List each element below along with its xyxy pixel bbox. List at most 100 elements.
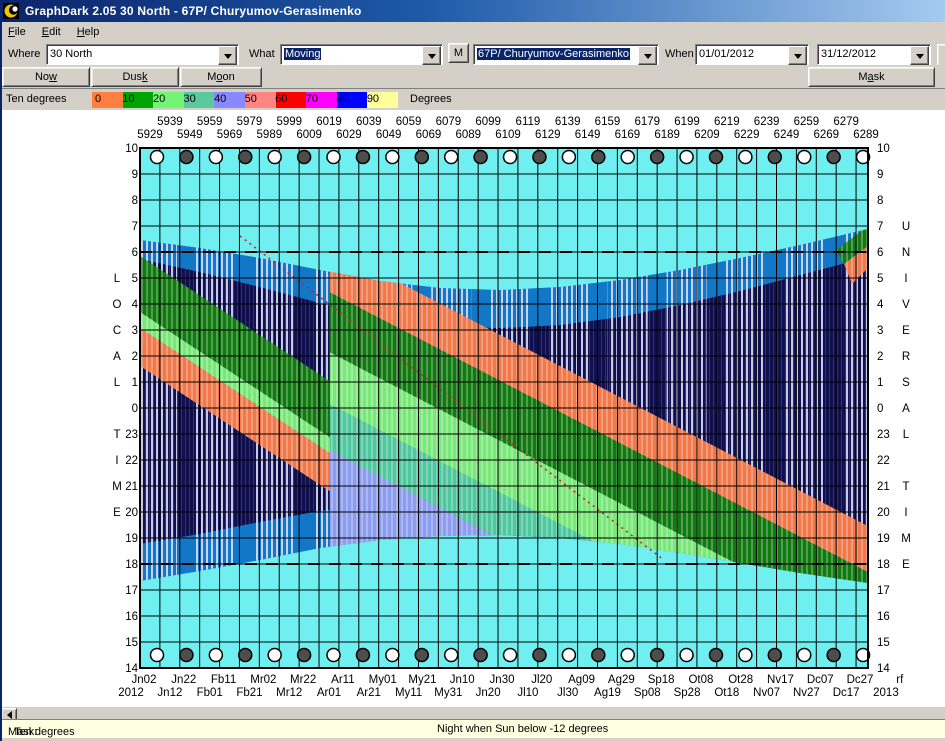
where-label: Where <box>8 48 40 60</box>
app-icon <box>3 3 19 19</box>
date-tick-lower: Jl10 <box>517 687 538 699</box>
universal-time-axis-letter: I <box>904 273 907 285</box>
date-tick-lower: Mr12 <box>276 687 302 699</box>
universal-time-axis-letter: T <box>902 481 909 493</box>
date-tick-upper: Dc07 <box>807 674 834 686</box>
date-to-combobox[interactable]: 31/12/2012 <box>817 44 931 65</box>
scale-tick-20: 20 <box>153 93 165 105</box>
full-moon-icon <box>386 151 399 164</box>
julian-tick-upper: 6039 <box>356 116 382 128</box>
new-moon-icon <box>768 151 781 164</box>
date-tick-upper: Ag09 <box>568 674 595 686</box>
universal-hour-tick: 21 <box>877 481 890 493</box>
local-hour-tick: 3 <box>132 325 138 337</box>
date-tick-upper: Dc27 <box>847 674 874 686</box>
visibility-graph: 5939595959795999601960396059607960996119… <box>0 110 945 706</box>
full-moon-icon <box>504 649 517 662</box>
date-tick-upper: Jn02 <box>132 674 157 686</box>
where-dropdown-icon[interactable] <box>218 46 237 65</box>
universal-time-axis-letter: E <box>902 325 910 337</box>
universal-time-axis-letter: I <box>904 507 907 519</box>
universal-hour-tick: 23 <box>877 429 890 441</box>
julian-tick-lower: 6029 <box>336 129 362 141</box>
universal-hour-tick: 22 <box>877 455 890 467</box>
universal-time-axis-letter: S <box>902 377 910 389</box>
chart-panel: 5939595959795999601960396059607960996119… <box>0 110 945 706</box>
julian-tick-upper: 6259 <box>794 116 820 128</box>
mask-button[interactable]: Mask <box>808 67 935 87</box>
local-hour-tick: 17 <box>125 585 138 597</box>
full-moon-icon <box>151 649 164 662</box>
menu-file[interactable]: File <box>0 24 34 40</box>
date-tick-upper: My21 <box>408 674 436 686</box>
full-moon-icon <box>739 649 752 662</box>
universal-hour-tick: 5 <box>877 273 883 285</box>
what-combobox[interactable]: Moving <box>280 44 443 65</box>
local-time-axis-letter: O <box>113 299 122 311</box>
m-button[interactable]: M <box>448 43 469 63</box>
date-tick-lower: Sp28 <box>674 687 701 699</box>
julian-tick-lower: 6129 <box>535 129 561 141</box>
new-moon-icon <box>533 649 546 662</box>
local-hour-tick: 18 <box>125 559 138 571</box>
new-moon-icon <box>827 151 840 164</box>
julian-tick-upper: 6119 <box>516 116 541 128</box>
local-hour-tick: 2 <box>132 351 138 363</box>
julian-tick-lower: 6009 <box>296 129 322 141</box>
full-moon-icon <box>680 649 693 662</box>
julian-tick-lower: 6269 <box>813 129 839 141</box>
where-combobox[interactable]: 30 North <box>46 44 239 65</box>
moon-button[interactable]: Moon <box>180 67 262 87</box>
universal-hour-tick: 4 <box>877 299 884 311</box>
object-combobox[interactable]: 67P/ Churyumov-Gerasimenko <box>473 44 659 65</box>
local-time-axis-letter: L <box>114 273 121 285</box>
button-row: Now Dusk Moon Mask <box>0 65 945 88</box>
full-moon-icon <box>209 151 222 164</box>
julian-tick-upper: 5999 <box>276 116 302 128</box>
now-button[interactable]: Now <box>2 67 90 87</box>
menu-help[interactable]: Help <box>69 24 108 40</box>
window-left-edge <box>0 22 2 741</box>
local-hour-tick: 4 <box>132 299 139 311</box>
full-moon-icon <box>680 151 693 164</box>
date-from-dropdown-icon[interactable] <box>788 46 807 65</box>
full-moon-icon <box>621 649 634 662</box>
menu-edit[interactable]: Edit <box>34 24 69 40</box>
where-value: 30 North <box>50 48 92 60</box>
horizontal-scrollbar[interactable] <box>0 706 945 720</box>
dusk-button[interactable]: Dusk <box>91 67 179 87</box>
julian-tick-lower: 5949 <box>177 129 203 141</box>
julian-tick-upper: 6199 <box>674 116 700 128</box>
date-tick-upper: Jn10 <box>450 674 475 686</box>
new-moon-icon <box>239 151 252 164</box>
local-hour-tick: 1 <box>132 377 138 389</box>
local-time-axis-letter: M <box>112 481 122 493</box>
date-tick-lower: Fb21 <box>236 687 262 699</box>
date-to-dropdown-icon[interactable] <box>910 46 929 65</box>
local-hour-tick: 22 <box>125 455 138 467</box>
julian-tick-lower: 6249 <box>774 129 800 141</box>
julian-tick-upper: 6099 <box>475 116 501 128</box>
title-bar[interactable]: GraphDark 2.05 30 North - 67P/ Churyumov… <box>0 0 945 22</box>
new-moon-icon <box>709 649 722 662</box>
universal-hour-tick: 8 <box>877 195 883 207</box>
universal-hour-tick: 0 <box>877 403 883 415</box>
scale-unit-label: Degrees <box>410 93 452 105</box>
date-tick-lower: Nv27 <box>793 687 820 699</box>
local-time-axis-letter: A <box>113 351 121 363</box>
date-tick-lower: My31 <box>434 687 462 699</box>
new-moon-icon <box>415 649 428 662</box>
scroll-left-icon <box>3 711 12 719</box>
new-moon-icon <box>180 151 193 164</box>
julian-tick-upper: 6159 <box>595 116 621 128</box>
what-dropdown-icon[interactable] <box>422 46 441 65</box>
object-dropdown-icon[interactable] <box>638 46 657 65</box>
full-moon-icon <box>268 151 281 164</box>
new-moon-icon <box>180 649 193 662</box>
date-from-combobox[interactable]: 01/01/2012 <box>695 44 809 65</box>
new-moon-icon <box>474 649 487 662</box>
julian-tick-upper: 6059 <box>396 116 422 128</box>
full-moon-icon <box>621 151 634 164</box>
status-bar: Mask: Ten degrees Night when Sun below -… <box>0 719 945 739</box>
full-moon-icon <box>327 649 340 662</box>
